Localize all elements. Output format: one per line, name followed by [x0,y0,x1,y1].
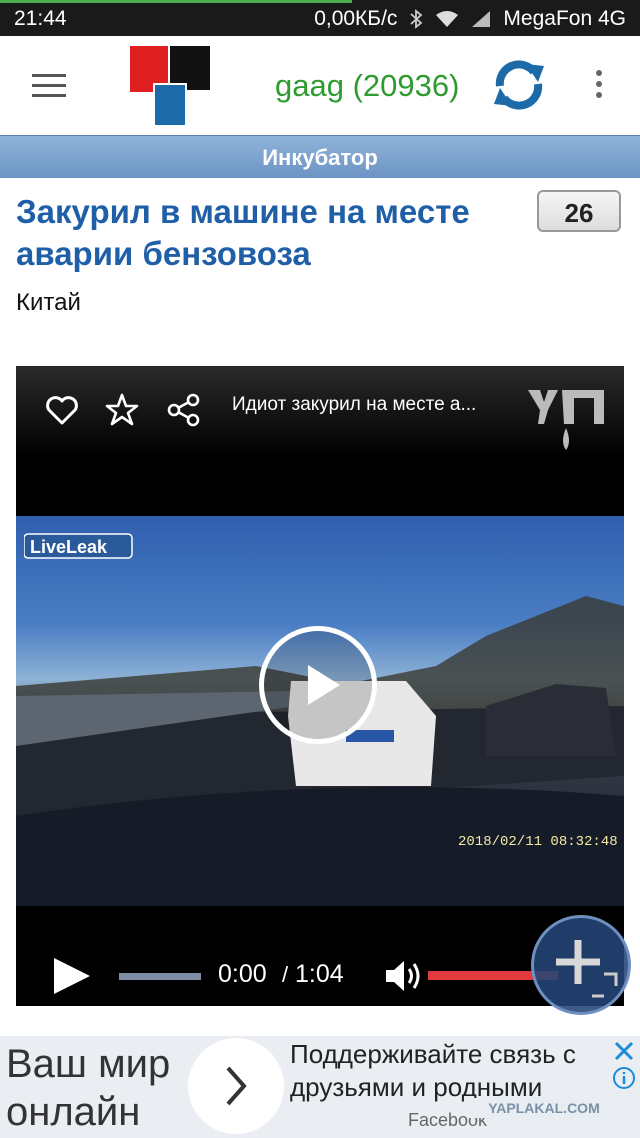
menu-icon[interactable] [32,74,66,98]
time-total: 1:04 [295,960,344,988]
signal-icon [472,11,491,27]
floating-action-button[interactable] [531,915,631,1015]
time-separator: / [282,962,289,987]
chevron-right-icon [226,1066,247,1106]
star-icon[interactable] [104,392,140,428]
time-current: 0:00 [218,960,267,988]
video-timestamp: 2018/02/11 08:32:48 [458,834,618,850]
status-right: 0,00КБ/с MegaFon 4G [314,7,626,31]
comment-count-badge[interactable]: 26 [537,190,621,232]
site-watermark: YAPLAKAL.COM [468,1098,620,1118]
article-title[interactable]: Закурил в машине на месте аварии бензово… [16,191,526,275]
close-icon[interactable] [612,1039,636,1063]
ad-arrow-button[interactable] [188,1038,284,1134]
video-frame[interactable]: LiveLeak 2018/02/11 08:32:48 [16,516,624,906]
ad-banner[interactable]: Ваш мир онлайн Поддерживайте связь с дру… [0,1036,640,1138]
liveleak-text: LiveLeak [30,537,108,557]
carrier-name: MegaFon 4G [503,7,626,30]
yap-logo-icon [528,390,604,450]
article-subtitle: Китай [16,289,81,316]
play-button-icon[interactable] [52,956,92,996]
app-bar: gaag (20936) [0,36,640,135]
heart-icon[interactable] [44,392,80,428]
refresh-icon[interactable] [490,56,548,114]
wifi-icon [436,11,459,27]
play-triangle-icon [308,665,340,705]
seek-bar[interactable] [119,973,201,980]
status-time: 21:44 [14,7,67,30]
ad-left-text[interactable]: Ваш мир онлайн [6,1040,186,1136]
status-bar: 21:44 0,00КБ/с MegaFon 4G [0,0,640,36]
video-player[interactable]: Идиот закурил на месте а... LiveLeak 201… [16,366,624,1006]
share-icon[interactable] [166,392,202,428]
info-icon[interactable] [612,1066,636,1090]
bluetooth-icon [410,9,423,29]
plus-icon [556,940,618,998]
ad-right-text[interactable]: Поддерживайте связь с друзьями и родными [290,1038,608,1104]
liveleak-watermark: LiveLeak [24,533,133,559]
play-icon[interactable] [259,626,377,744]
logo[interactable] [128,44,212,128]
section-title[interactable]: Инкубатор [0,135,640,178]
more-vert-icon[interactable] [596,70,604,102]
volume-icon[interactable] [384,958,422,994]
page-load-progress [0,0,352,3]
video-caption[interactable]: Идиот закурил на месте а... [232,394,502,416]
video-top-bar: Идиот закурил на месте а... [16,366,624,456]
network-speed: 0,00КБ/с [314,7,398,30]
username-karma[interactable]: gaag (20936) [275,68,459,104]
